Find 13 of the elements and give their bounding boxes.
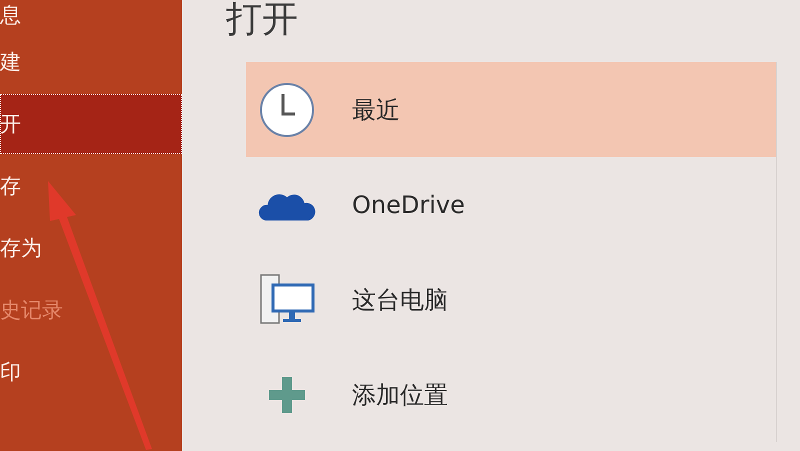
location-item[interactable]: 最近 [246, 62, 776, 157]
clock-icon [259, 82, 315, 138]
location-item[interactable]: OneDrive [246, 157, 776, 252]
page-title: 打开 [226, 0, 299, 42]
sidebar-item[interactable]: 印 [0, 342, 182, 402]
sidebar-item[interactable]: 息 [0, 0, 182, 30]
location-item[interactable]: 这台电脑 [246, 252, 776, 347]
computer-icon [259, 272, 315, 326]
sidebar-item[interactable]: 存为 [0, 218, 182, 278]
sidebar-item[interactable]: 开 [0, 94, 182, 154]
plus-icon [269, 376, 305, 412]
location-item[interactable]: 添加位置 [246, 347, 776, 442]
sidebar-item[interactable]: 存 [0, 156, 182, 216]
